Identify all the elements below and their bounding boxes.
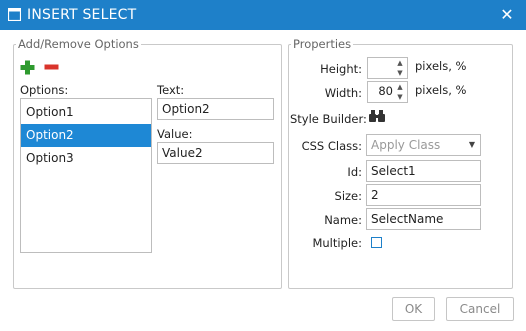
size-label: Size: bbox=[334, 189, 362, 203]
minus-icon[interactable] bbox=[44, 64, 59, 70]
width-label: Width: bbox=[324, 86, 362, 100]
height-spin-arrows: ▲ ▼ bbox=[395, 59, 405, 77]
size-input[interactable]: 2 bbox=[366, 184, 481, 206]
name-label: Name: bbox=[324, 213, 362, 227]
ok-button[interactable]: OK bbox=[392, 297, 435, 321]
spin-down-icon[interactable]: ▼ bbox=[396, 93, 404, 101]
multiple-label: Multiple: bbox=[312, 236, 362, 250]
css-class-select[interactable]: Apply Class ▼ bbox=[366, 134, 481, 156]
id-label: Id: bbox=[347, 165, 362, 179]
option-value-input[interactable]: Value2 bbox=[157, 142, 274, 164]
insert-select-dialog: INSERT SELECT ✕ Add/Remove Options Optio… bbox=[0, 0, 526, 331]
chevron-down-icon: ▼ bbox=[468, 140, 475, 149]
dialog-title: INSERT SELECT bbox=[27, 7, 137, 23]
option-text-input[interactable]: Option2 bbox=[157, 98, 274, 120]
width-spinner[interactable]: 80 ▲ ▼ bbox=[367, 81, 408, 103]
height-spinner[interactable]: ▲ ▼ bbox=[367, 57, 408, 79]
list-item[interactable]: Option3 bbox=[21, 147, 151, 170]
properties-group-legend: Properties bbox=[293, 37, 352, 51]
multiple-checkbox[interactable] bbox=[371, 237, 382, 248]
css-class-placeholder: Apply Class bbox=[371, 138, 441, 152]
height-label: Height: bbox=[320, 62, 362, 76]
style-builder-label: Style Builder: bbox=[290, 112, 367, 126]
width-value: 80 bbox=[378, 84, 393, 98]
width-spin-arrows: ▲ ▼ bbox=[395, 83, 405, 101]
height-unit: pixels, % bbox=[415, 59, 467, 73]
name-input[interactable]: SelectName bbox=[366, 208, 481, 230]
window-icon bbox=[8, 8, 21, 21]
value-label: Value: bbox=[157, 127, 193, 141]
spin-up-icon[interactable]: ▲ bbox=[396, 83, 404, 91]
list-item[interactable]: Option1 bbox=[21, 101, 151, 124]
list-item[interactable]: Option2 bbox=[21, 124, 151, 147]
dialog-titlebar: INSERT SELECT ✕ bbox=[0, 0, 526, 30]
binoculars-icon[interactable] bbox=[369, 110, 385, 123]
cancel-button[interactable]: Cancel bbox=[446, 297, 514, 321]
spin-up-icon[interactable]: ▲ bbox=[396, 59, 404, 67]
css-class-label: CSS Class: bbox=[301, 139, 362, 153]
close-button[interactable]: ✕ bbox=[496, 4, 518, 26]
plus-icon[interactable] bbox=[20, 60, 35, 75]
options-listbox[interactable]: Option1 Option2 Option3 bbox=[20, 98, 152, 253]
spin-down-icon[interactable]: ▼ bbox=[396, 69, 404, 77]
options-group-legend: Add/Remove Options bbox=[18, 37, 139, 51]
width-unit: pixels, % bbox=[415, 83, 467, 97]
id-input[interactable]: Select1 bbox=[366, 160, 481, 182]
close-icon: ✕ bbox=[500, 5, 514, 24]
text-label: Text: bbox=[157, 83, 185, 97]
options-label: Options: bbox=[20, 83, 69, 97]
